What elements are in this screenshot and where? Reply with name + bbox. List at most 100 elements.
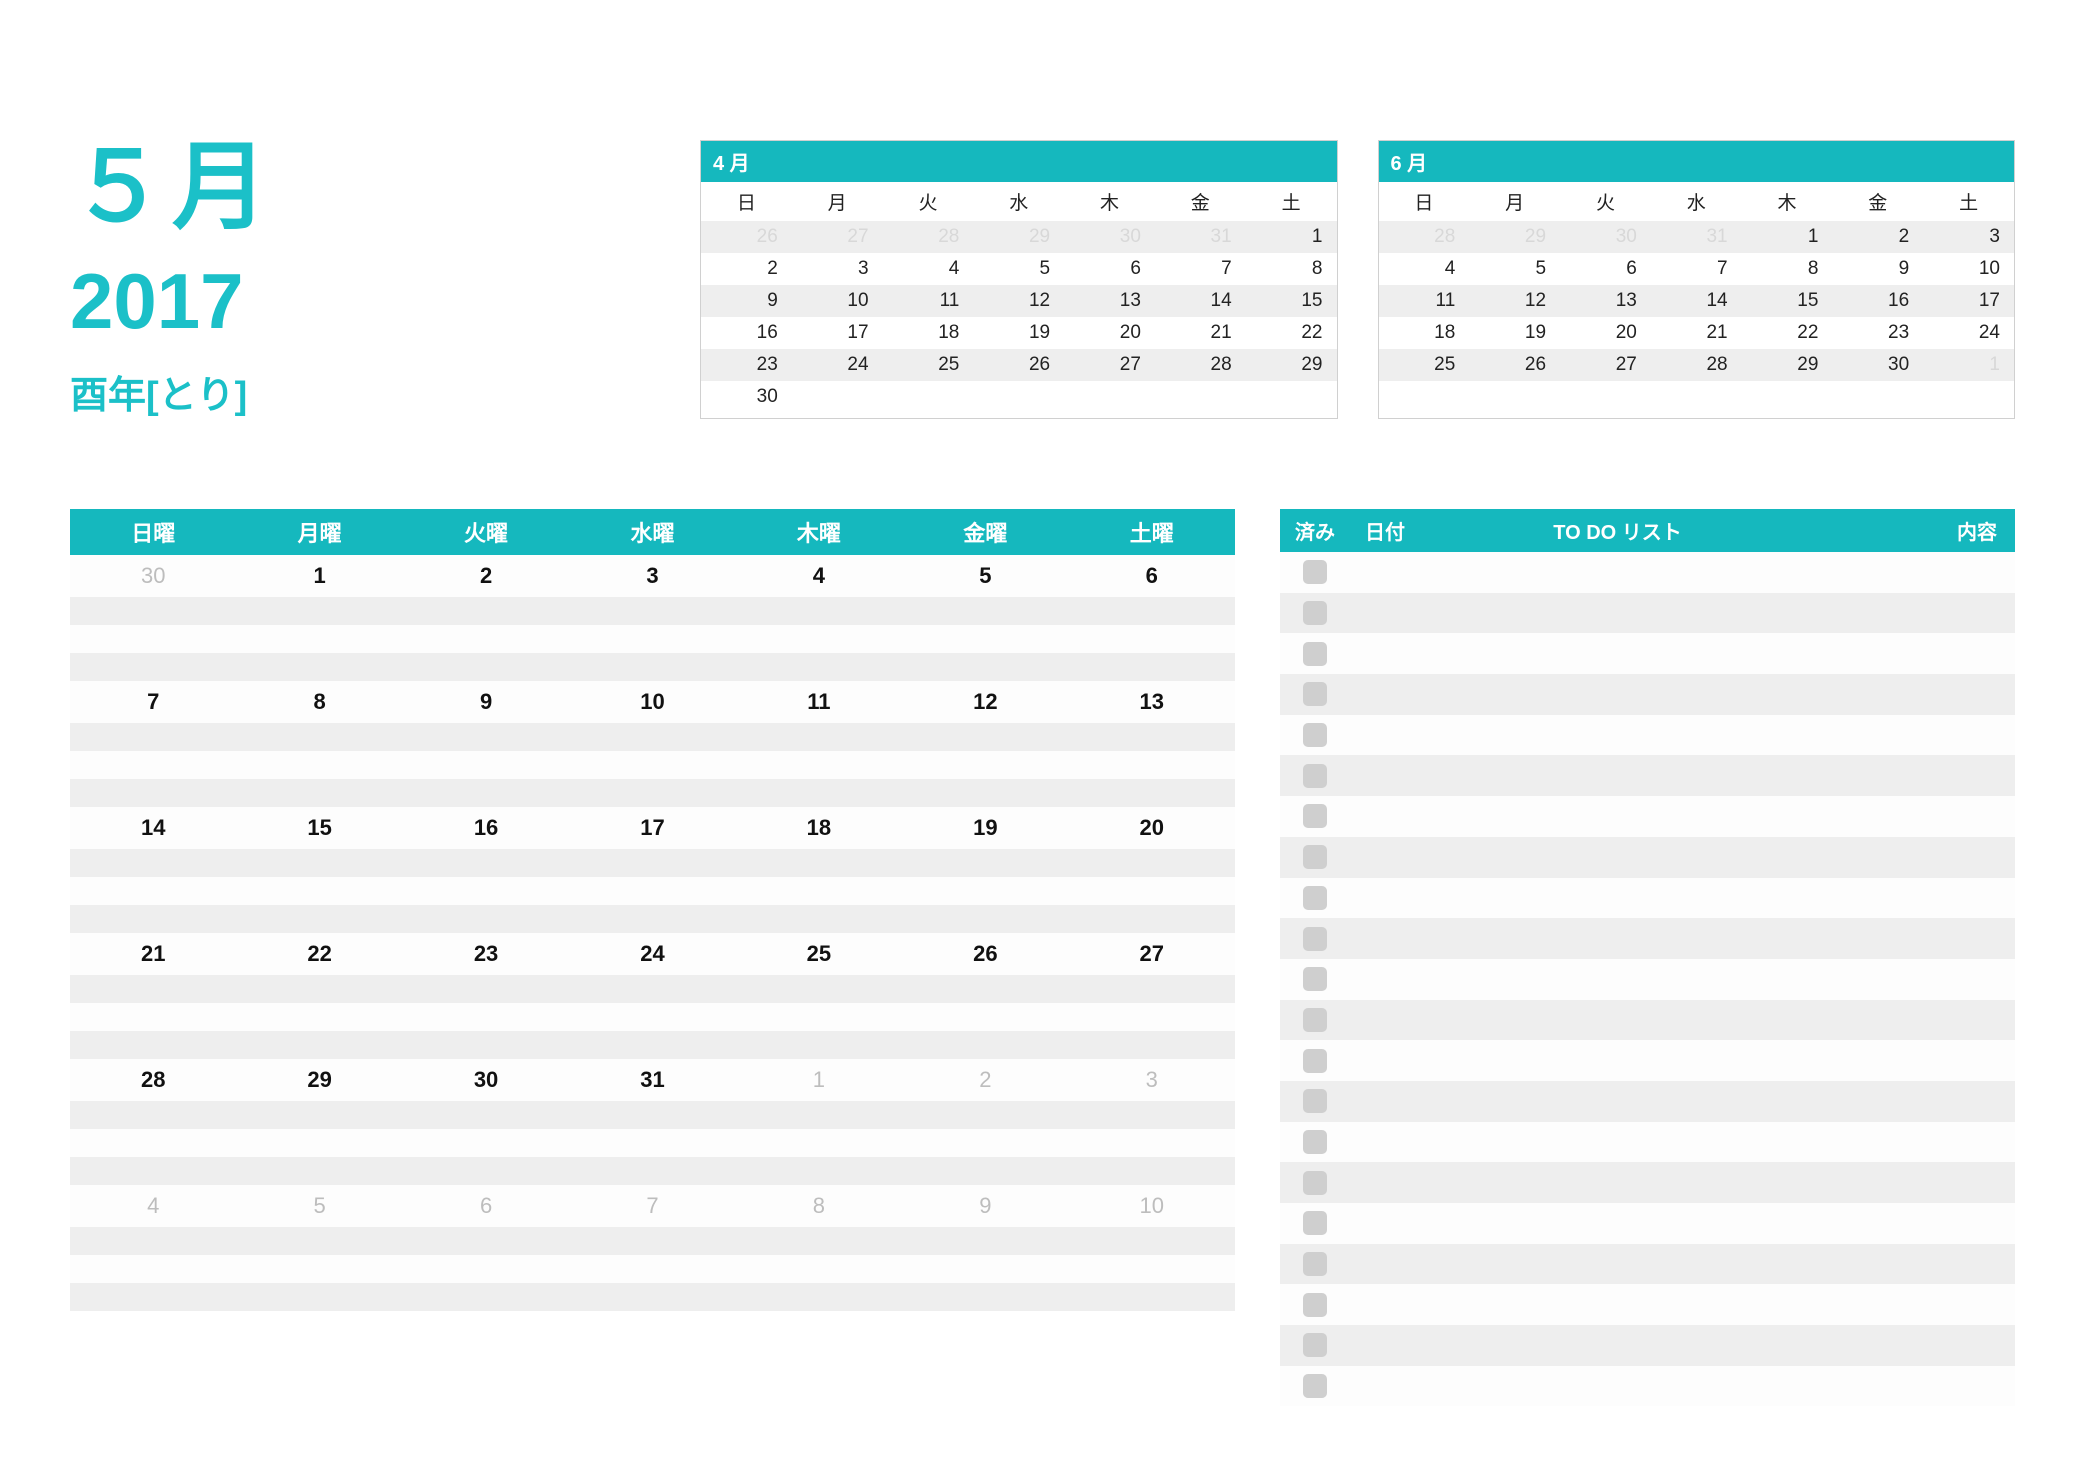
main-cal-slot[interactable] xyxy=(736,1157,902,1185)
main-cal-slot[interactable] xyxy=(569,597,735,625)
main-cal-slot[interactable] xyxy=(70,1129,236,1157)
main-cal-slot[interactable] xyxy=(1069,653,1235,681)
main-cal-day[interactable]: 5 xyxy=(236,1185,402,1227)
main-cal-day[interactable]: 29 xyxy=(236,1059,402,1101)
mini-cal-day[interactable]: 8 xyxy=(1742,253,1833,285)
main-cal-slot[interactable] xyxy=(236,1031,402,1059)
main-cal-day[interactable]: 30 xyxy=(70,555,236,597)
mini-cal-day[interactable]: 23 xyxy=(1832,317,1923,349)
todo-checkbox[interactable] xyxy=(1303,1252,1327,1276)
main-cal-day[interactable]: 1 xyxy=(236,555,402,597)
main-cal-slot[interactable] xyxy=(569,1255,735,1283)
main-cal-day[interactable]: 18 xyxy=(736,807,902,849)
main-cal-slot[interactable] xyxy=(236,1283,402,1311)
main-cal-slot[interactable] xyxy=(403,849,569,877)
main-cal-day[interactable]: 14 xyxy=(70,807,236,849)
todo-checkbox[interactable] xyxy=(1303,1171,1327,1195)
todo-checkbox[interactable] xyxy=(1303,1374,1327,1398)
mini-cal-day[interactable] xyxy=(1064,381,1155,413)
todo-checkbox[interactable] xyxy=(1303,1089,1327,1113)
main-cal-slot[interactable] xyxy=(236,1255,402,1283)
mini-cal-day[interactable]: 10 xyxy=(1923,253,2014,285)
main-cal-slot[interactable] xyxy=(70,723,236,751)
main-cal-slot[interactable] xyxy=(70,975,236,1003)
mini-cal-day[interactable]: 22 xyxy=(1742,317,1833,349)
todo-checkbox[interactable] xyxy=(1303,1333,1327,1357)
main-cal-day[interactable]: 12 xyxy=(902,681,1068,723)
main-cal-slot[interactable] xyxy=(1069,877,1235,905)
main-cal-slot[interactable] xyxy=(902,1157,1068,1185)
mini-cal-day[interactable]: 29 xyxy=(1246,349,1337,381)
main-cal-slot[interactable] xyxy=(70,1031,236,1059)
main-cal-slot[interactable] xyxy=(736,751,902,779)
main-cal-day[interactable]: 8 xyxy=(236,681,402,723)
main-cal-slot[interactable] xyxy=(403,1129,569,1157)
main-cal-slot[interactable] xyxy=(902,975,1068,1003)
mini-cal-day[interactable]: 7 xyxy=(1651,253,1742,285)
main-cal-slot[interactable] xyxy=(569,1129,735,1157)
mini-cal-day[interactable]: 28 xyxy=(1379,221,1470,253)
main-cal-slot[interactable] xyxy=(902,625,1068,653)
mini-cal-day[interactable]: 9 xyxy=(1832,253,1923,285)
main-cal-slot[interactable] xyxy=(70,1283,236,1311)
main-cal-slot[interactable] xyxy=(902,1101,1068,1129)
mini-cal-day[interactable]: 28 xyxy=(1651,349,1742,381)
main-cal-slot[interactable] xyxy=(403,1227,569,1255)
main-cal-slot[interactable] xyxy=(902,597,1068,625)
main-cal-slot[interactable] xyxy=(1069,597,1235,625)
mini-cal-day[interactable]: 20 xyxy=(1560,317,1651,349)
mini-cal-day[interactable] xyxy=(1246,381,1337,413)
main-cal-slot[interactable] xyxy=(70,625,236,653)
main-cal-slot[interactable] xyxy=(1069,723,1235,751)
mini-cal-day[interactable]: 27 xyxy=(792,221,883,253)
mini-cal-day[interactable]: 11 xyxy=(883,285,974,317)
main-cal-slot[interactable] xyxy=(1069,975,1235,1003)
main-cal-day[interactable]: 17 xyxy=(569,807,735,849)
main-cal-slot[interactable] xyxy=(70,1003,236,1031)
main-cal-day[interactable]: 3 xyxy=(1069,1059,1235,1101)
main-cal-slot[interactable] xyxy=(569,1227,735,1255)
mini-cal-day[interactable]: 10 xyxy=(792,285,883,317)
main-cal-day[interactable]: 24 xyxy=(569,933,735,975)
main-cal-slot[interactable] xyxy=(236,1003,402,1031)
mini-cal-day[interactable]: 26 xyxy=(701,221,792,253)
mini-cal-day[interactable]: 22 xyxy=(1246,317,1337,349)
main-cal-slot[interactable] xyxy=(236,1129,402,1157)
mini-cal-day[interactable]: 1 xyxy=(1923,349,2014,381)
main-cal-slot[interactable] xyxy=(236,625,402,653)
mini-cal-day[interactable]: 14 xyxy=(1651,285,1742,317)
main-cal-slot[interactable] xyxy=(236,975,402,1003)
main-cal-slot[interactable] xyxy=(902,905,1068,933)
main-cal-slot[interactable] xyxy=(736,625,902,653)
main-cal-slot[interactable] xyxy=(1069,779,1235,807)
mini-cal-day[interactable]: 18 xyxy=(883,317,974,349)
mini-cal-day[interactable]: 26 xyxy=(973,349,1064,381)
mini-cal-day[interactable]: 7 xyxy=(1155,253,1246,285)
main-cal-slot[interactable] xyxy=(403,975,569,1003)
mini-cal-day[interactable]: 30 xyxy=(701,381,792,413)
main-cal-slot[interactable] xyxy=(403,1255,569,1283)
main-cal-slot[interactable] xyxy=(1069,1283,1235,1311)
main-cal-day[interactable]: 5 xyxy=(902,555,1068,597)
main-cal-slot[interactable] xyxy=(1069,1255,1235,1283)
todo-checkbox[interactable] xyxy=(1303,804,1327,828)
main-cal-day[interactable]: 10 xyxy=(1069,1185,1235,1227)
main-cal-slot[interactable] xyxy=(736,877,902,905)
main-cal-day[interactable]: 7 xyxy=(70,681,236,723)
todo-checkbox[interactable] xyxy=(1303,1293,1327,1317)
main-cal-slot[interactable] xyxy=(902,849,1068,877)
main-cal-slot[interactable] xyxy=(236,1157,402,1185)
mini-cal-day[interactable]: 25 xyxy=(1379,349,1470,381)
main-cal-day[interactable]: 25 xyxy=(736,933,902,975)
main-cal-day[interactable]: 1 xyxy=(736,1059,902,1101)
main-cal-slot[interactable] xyxy=(236,905,402,933)
mini-cal-day[interactable]: 29 xyxy=(973,221,1064,253)
main-cal-slot[interactable] xyxy=(736,849,902,877)
mini-cal-day[interactable]: 26 xyxy=(1469,349,1560,381)
mini-cal-day[interactable]: 29 xyxy=(1469,221,1560,253)
main-cal-slot[interactable] xyxy=(403,1031,569,1059)
mini-cal-day[interactable]: 11 xyxy=(1379,285,1470,317)
todo-checkbox[interactable] xyxy=(1303,723,1327,747)
todo-checkbox[interactable] xyxy=(1303,967,1327,991)
main-cal-slot[interactable] xyxy=(1069,1031,1235,1059)
